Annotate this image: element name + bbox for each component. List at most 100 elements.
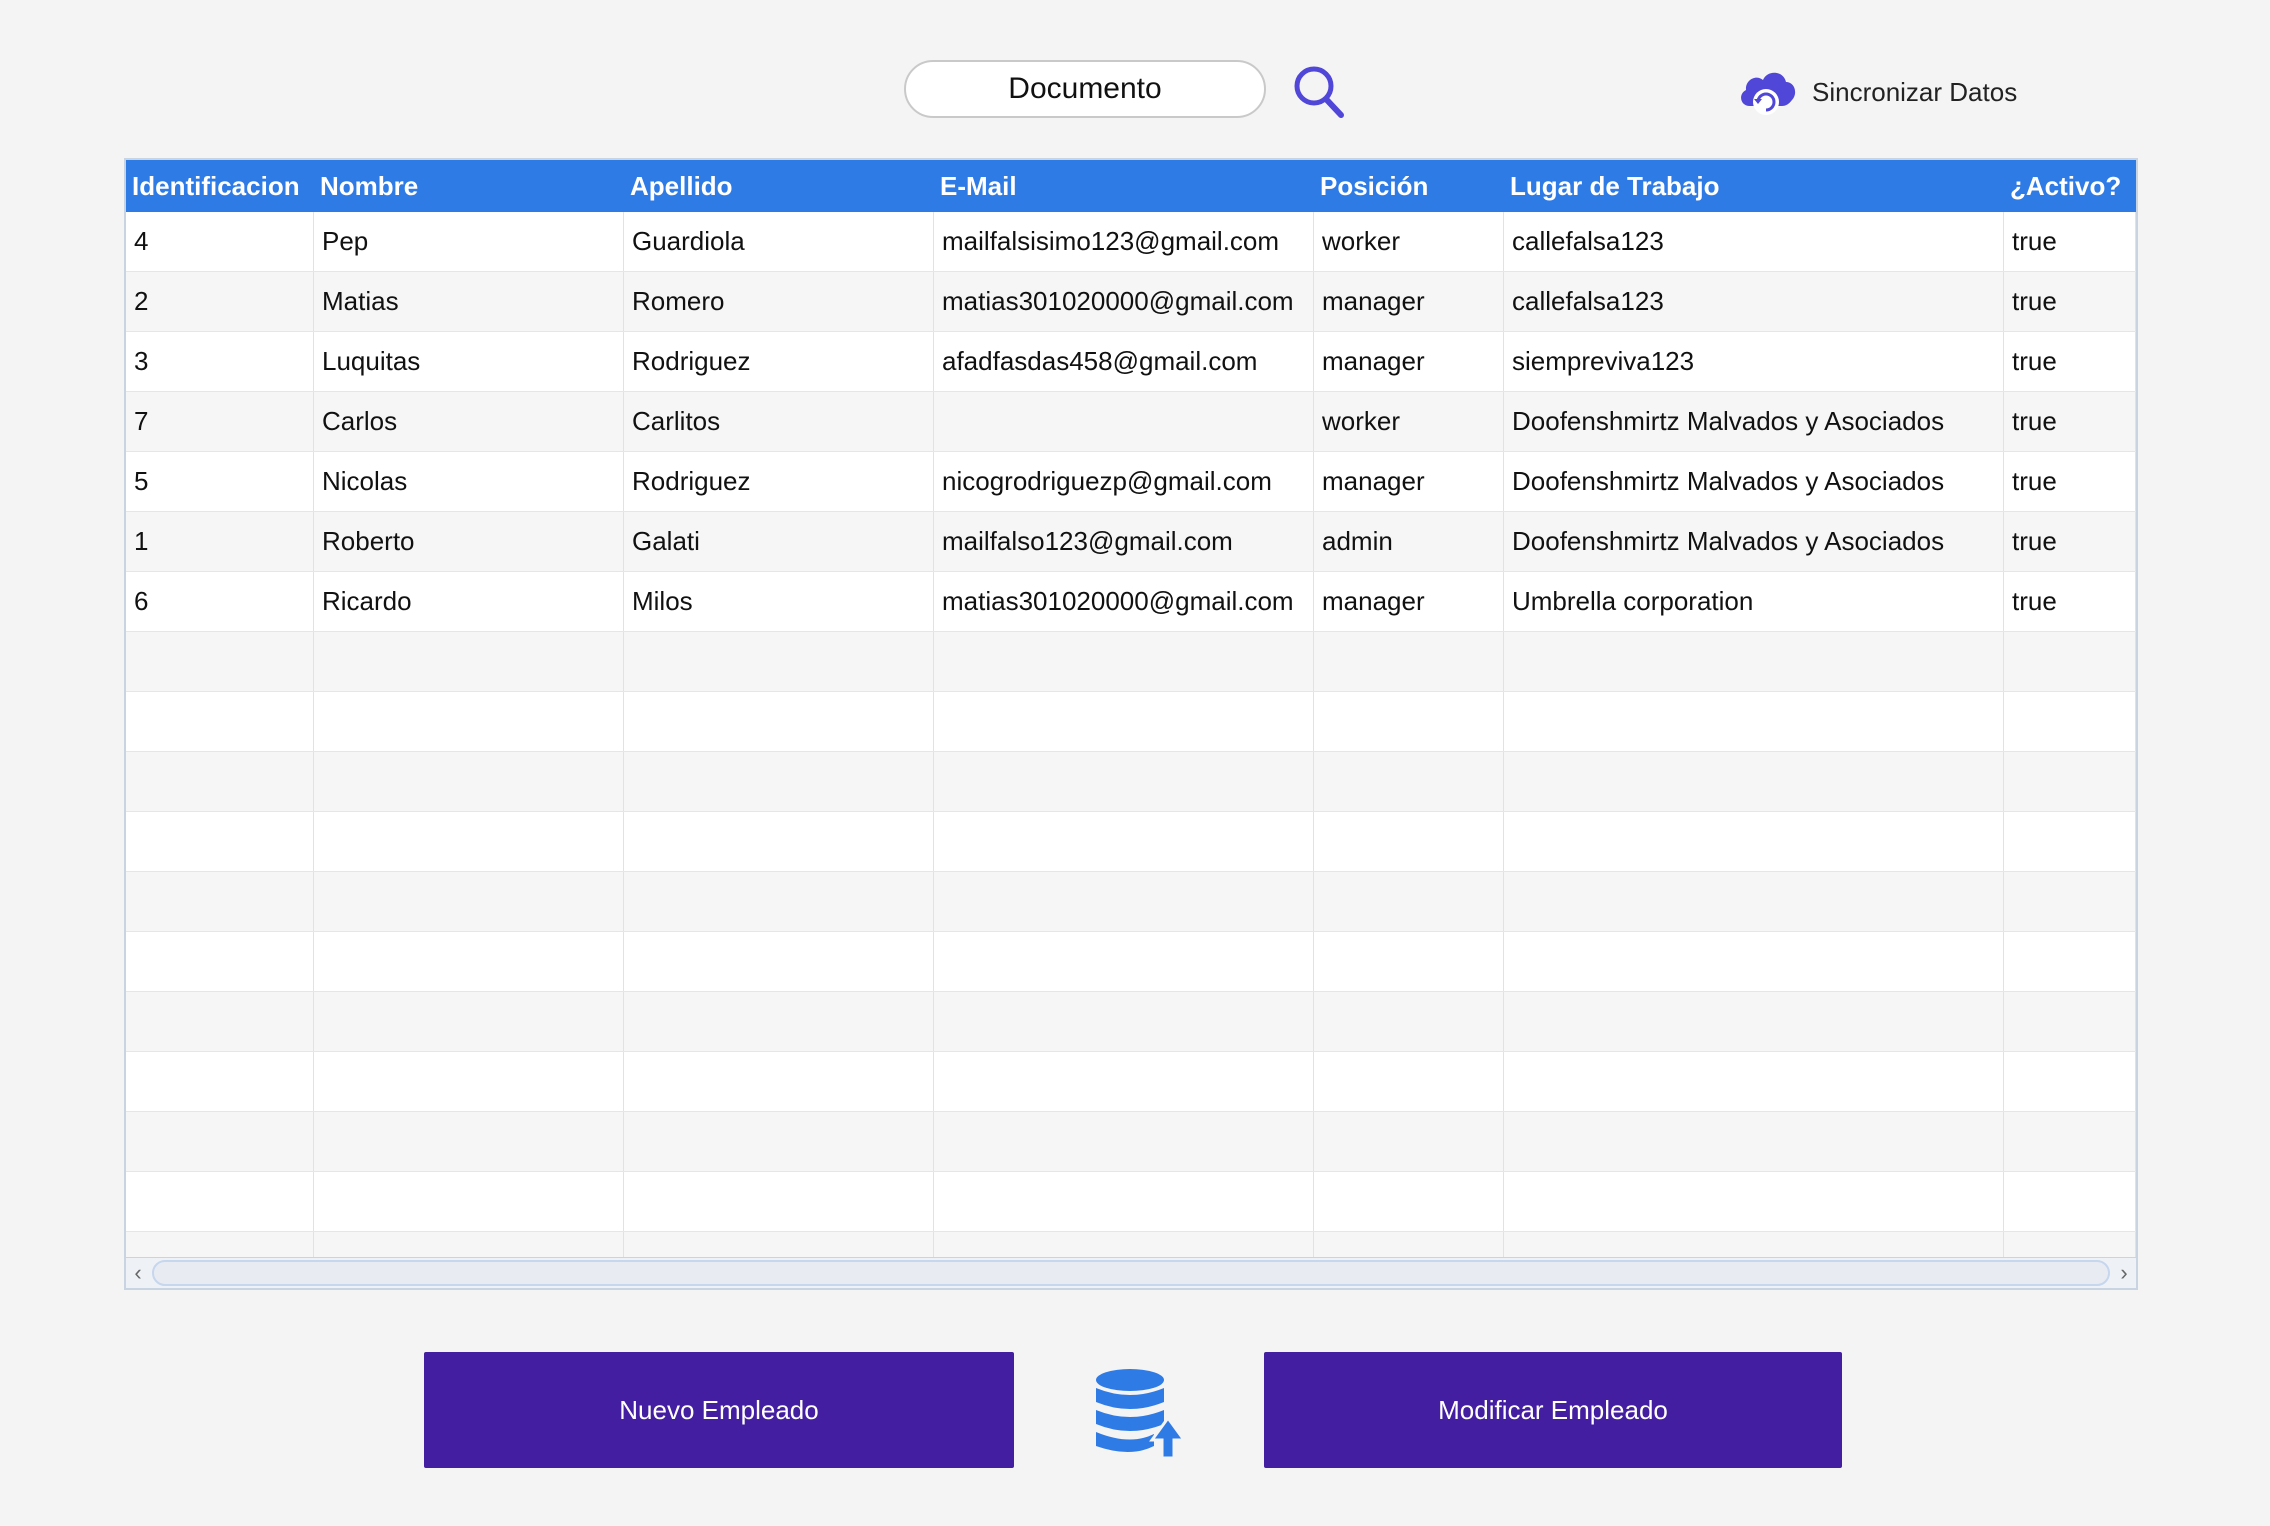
table-cell: Pep	[314, 212, 624, 271]
table-cell	[314, 932, 624, 991]
table-cell: Rodriguez	[624, 332, 934, 391]
table-cell	[624, 932, 934, 991]
table-cell	[314, 1112, 624, 1171]
table-cell	[2004, 1052, 2136, 1111]
table-row[interactable]: 5 Nicolas Rodriguez nicogrodriguezp@gmail.c…	[126, 452, 2136, 512]
table-cell: worker	[1314, 212, 1504, 271]
table-cell	[624, 632, 934, 691]
column-header[interactable]: Apellido	[624, 160, 934, 212]
table-cell	[934, 1052, 1314, 1111]
table-row[interactable]: 4 Pep Guardiola mailfalsisimo123@gmail.com w…	[126, 212, 2136, 272]
table-row[interactable]: 2 Matias Romero matias301020000@gmail.com ma…	[126, 272, 2136, 332]
table-cell: manager	[1314, 272, 1504, 331]
scroll-left-icon[interactable]: ‹	[126, 1260, 150, 1286]
table-cell: 6	[126, 572, 314, 631]
table-cell	[2004, 692, 2136, 751]
table-cell: Galati	[624, 512, 934, 571]
table-cell	[1504, 992, 2004, 1051]
table-cell	[934, 752, 1314, 811]
table-row[interactable]: 3 Luquitas Rodriguez afadfasdas458@gmail.co…	[126, 332, 2136, 392]
table-cell	[314, 692, 624, 751]
search-button[interactable]	[1292, 64, 1346, 120]
table-cell	[934, 392, 1314, 451]
table-cell	[126, 1172, 314, 1231]
table-cell: true	[2004, 272, 2136, 331]
table-row[interactable]: 1 Roberto Galati mailfalso123@gmail.com admi…	[126, 512, 2136, 572]
table-cell	[1314, 1112, 1504, 1171]
table-cell	[126, 1052, 314, 1111]
table-cell	[624, 752, 934, 811]
table-cell: Roberto	[314, 512, 624, 571]
empty-table-row	[126, 1052, 2136, 1112]
empty-table-row	[126, 752, 2136, 812]
table-cell	[624, 992, 934, 1051]
table-cell	[1504, 872, 2004, 931]
table-cell: matias301020000@gmail.com	[934, 272, 1314, 331]
table-cell	[2004, 872, 2136, 931]
empty-table-row	[126, 812, 2136, 872]
table-cell	[1504, 1112, 2004, 1171]
table-cell: Romero	[624, 272, 934, 331]
table-cell: mailfalsisimo123@gmail.com	[934, 212, 1314, 271]
table-cell: siempreviva123	[1504, 332, 2004, 391]
table-cell: 1	[126, 512, 314, 571]
table-cell	[1504, 752, 2004, 811]
database-upload-button[interactable]	[1094, 1366, 1187, 1460]
table-cell: 2	[126, 272, 314, 331]
table-cell: nicogrodriguezp@gmail.com	[934, 452, 1314, 511]
modify-employee-button[interactable]: Modificar Empleado	[1264, 1352, 1842, 1468]
table-cell	[314, 632, 624, 691]
table-cell: 7	[126, 392, 314, 451]
table-cell: 4	[126, 212, 314, 271]
empty-table-row	[126, 932, 2136, 992]
table-cell: true	[2004, 512, 2136, 571]
table-cell	[314, 992, 624, 1051]
column-header[interactable]: Identificacion	[126, 160, 314, 212]
table-body: 4 Pep Guardiola mailfalsisimo123@gmail.com w…	[126, 212, 2136, 1260]
table-cell	[2004, 932, 2136, 991]
table-cell	[934, 992, 1314, 1051]
new-employee-label: Nuevo Empleado	[619, 1394, 819, 1425]
table-cell	[1504, 1052, 2004, 1111]
empty-table-row	[126, 872, 2136, 932]
table-cell	[1314, 632, 1504, 691]
table-cell: Nicolas	[314, 452, 624, 511]
column-header[interactable]: Lugar de Trabajo	[1504, 160, 2004, 212]
column-header[interactable]: Nombre	[314, 160, 624, 212]
empty-table-row	[126, 1172, 2136, 1232]
table-cell: Carlos	[314, 392, 624, 451]
scroll-right-icon[interactable]: ›	[2112, 1260, 2136, 1286]
scrollbar-thumb[interactable]	[152, 1260, 2110, 1286]
modify-employee-label: Modificar Empleado	[1438, 1394, 1668, 1425]
table-cell	[1314, 992, 1504, 1051]
table-cell	[314, 1052, 624, 1111]
table-cell: true	[2004, 392, 2136, 451]
table-cell	[624, 812, 934, 871]
table-cell	[2004, 752, 2136, 811]
empty-table-row	[126, 1112, 2136, 1172]
table-cell	[2004, 992, 2136, 1051]
table-cell	[2004, 632, 2136, 691]
table-cell	[126, 692, 314, 751]
table-row[interactable]: 6 Ricardo Milos matias301020000@gmail.com ma…	[126, 572, 2136, 632]
horizontal-scrollbar[interactable]: ‹ ›	[126, 1257, 2136, 1288]
table-cell	[934, 872, 1314, 931]
table-cell	[624, 692, 934, 751]
table-row[interactable]: 7 Carlos Carlitos worker Doofenshmirtz Malva…	[126, 392, 2136, 452]
table-cell: Guardiola	[624, 212, 934, 271]
column-header[interactable]: ¿Activo?	[2004, 160, 2136, 212]
sync-button[interactable]: Sincronizar Datos	[1736, 64, 2017, 120]
table-cell	[2004, 1172, 2136, 1231]
column-header[interactable]: E-Mail	[934, 160, 1314, 212]
table-cell: 3	[126, 332, 314, 391]
search-input[interactable]: Documento	[904, 60, 1266, 118]
table-cell	[1314, 1052, 1504, 1111]
column-header[interactable]: Posición	[1314, 160, 1504, 212]
table-cell	[126, 812, 314, 871]
table-cell	[1314, 1232, 1504, 1260]
empty-table-row	[126, 1232, 2136, 1260]
new-employee-button[interactable]: Nuevo Empleado	[424, 1352, 1014, 1468]
table-cell: afadfasdas458@gmail.com	[934, 332, 1314, 391]
sync-label: Sincronizar Datos	[1812, 76, 2018, 107]
table-cell	[314, 752, 624, 811]
